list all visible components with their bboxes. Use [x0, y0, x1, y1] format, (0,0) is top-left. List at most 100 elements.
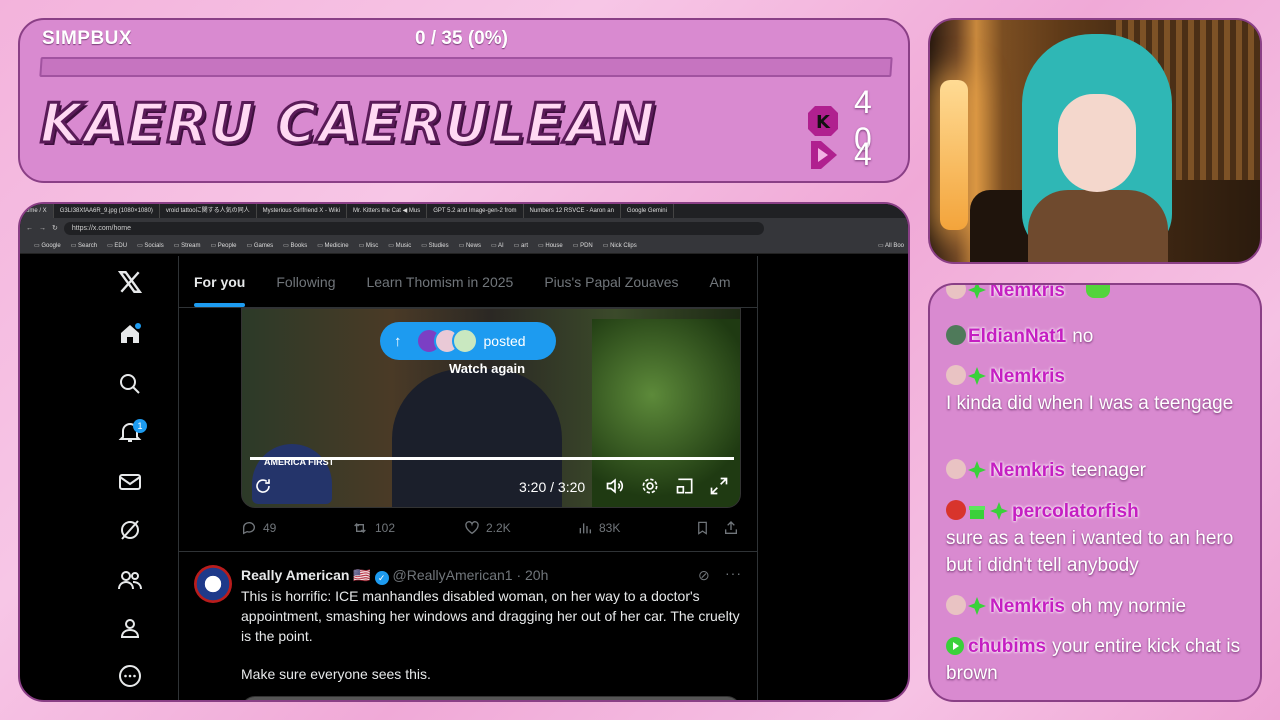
more-options-icon[interactable]: ···	[725, 565, 742, 581]
communities-icon[interactable]	[110, 562, 150, 598]
browser-tab-strip: ome / X G3LI38XfAA6R_9.jpg (1080×1080) v…	[20, 204, 908, 218]
simpbux-label: SIMPBUX	[42, 28, 133, 49]
bookmark-folder[interactable]: Books	[283, 242, 308, 249]
repost-count: 102	[375, 521, 396, 535]
bookmarks-bar: Google Search EDU Socials Stream People …	[20, 238, 908, 254]
bookmark-folder[interactable]: Games	[246, 242, 273, 249]
views-button[interactable]: 83K	[577, 520, 695, 536]
address-bar[interactable]: https://x.com/home	[63, 221, 764, 235]
forward-icon[interactable]: →	[39, 225, 46, 232]
repost-icon	[354, 523, 366, 533]
browser-tab[interactable]: Mr. Kitters the Cat ◀ Mus	[347, 204, 428, 218]
progress-fill	[41, 59, 43, 75]
bookmark-folder[interactable]: PDN	[573, 242, 593, 249]
sparkle-badge-icon	[968, 596, 986, 615]
browser-capture: ome / X G3LI38XfAA6R_9.jpg (1080×1080) v…	[18, 202, 910, 702]
browser-tab[interactable]: G3LI38XfAA6R_9.jpg (1080×1080)	[54, 204, 160, 218]
chat-text: oh my normie	[1071, 596, 1187, 617]
chat-username[interactable]: Nemkris	[990, 460, 1065, 481]
replay-icon[interactable]	[252, 475, 274, 497]
avatar	[451, 328, 478, 354]
all-bookmarks[interactable]: All Boo	[878, 242, 908, 249]
chat-username[interactable]: Nemkris	[990, 366, 1065, 387]
avatar[interactable]	[194, 565, 232, 603]
bookmark-folder[interactable]: House	[538, 242, 562, 249]
tab-following[interactable]: Following	[276, 274, 335, 290]
kick-icon: K	[806, 104, 840, 138]
play-badge-icon	[946, 636, 964, 655]
repost-button[interactable]: 102	[351, 520, 464, 536]
browser-tab[interactable]: Google Gemini	[621, 204, 674, 218]
more-icon[interactable]	[110, 658, 150, 694]
bookmark-folder[interactable]: art	[514, 242, 528, 249]
bookmark-folder[interactable]: Socials	[137, 242, 163, 249]
bookmark-folder[interactable]: People	[210, 242, 237, 249]
explore-icon[interactable]	[110, 366, 150, 402]
like-count: 2.2K	[486, 521, 511, 535]
bookmark-folder[interactable]: Music	[388, 242, 412, 249]
avatar	[946, 500, 966, 520]
chat-username[interactable]: percolatorfish	[1012, 501, 1139, 522]
notification-badge: 1	[133, 419, 147, 433]
watch-again-label[interactable]: Watch again	[449, 361, 525, 376]
chat-username[interactable]: Nemkris	[990, 285, 1065, 301]
bookmark-folder[interactable]: News	[459, 242, 481, 249]
avatar	[946, 285, 966, 299]
home-icon[interactable]	[110, 316, 150, 352]
arrow-up-icon: ↑	[394, 332, 402, 350]
pip-icon[interactable]	[674, 475, 696, 497]
bookmark-folder[interactable]: Stream	[174, 242, 200, 249]
x-logo-icon[interactable]	[110, 264, 150, 300]
tweet-actions: 49 102 2.2K 83K	[241, 518, 741, 538]
grok-icon[interactable]: ⊘	[698, 567, 710, 584]
grok-icon[interactable]	[110, 512, 150, 548]
sparkle-badge-icon	[968, 460, 986, 479]
chat-username[interactable]: chubims	[968, 636, 1046, 657]
tweet-paragraph: Make sure everyone sees this.	[241, 666, 431, 682]
fullscreen-icon[interactable]	[708, 475, 730, 497]
bookmark-folder[interactable]: Google	[34, 242, 60, 249]
author-handle[interactable]: @ReallyAmerican1 · 20h	[393, 567, 549, 583]
frog-emote-icon	[1086, 285, 1111, 298]
browser-tab[interactable]: ome / X	[20, 204, 54, 218]
bookmark-folder[interactable]: EDU	[107, 242, 127, 249]
sparkle-badge-icon	[968, 366, 986, 385]
tweet-paragraph: This is horrific: ICE manhandles disable…	[241, 588, 740, 644]
tweet-header: Really American 🇺🇸 ✓ @ReallyAmerican1 · …	[241, 565, 741, 585]
browser-tab[interactable]: Mysterious Girlfriend X - Wiki	[257, 204, 347, 218]
tweet-media[interactable]	[241, 696, 741, 700]
tab-papal-zouaves[interactable]: Pius's Papal Zouaves	[544, 274, 678, 290]
profile-icon[interactable]	[110, 610, 150, 646]
feed-tabs: For you Following Learn Thomism in 2025 …	[179, 256, 757, 308]
settings-gear-icon[interactable]	[639, 475, 661, 497]
volume-icon[interactable]	[604, 475, 626, 497]
browser-tab[interactable]: Numbers 12 RSVCE - Aaron an	[524, 204, 621, 218]
browser-tab[interactable]: vroid tattooに関する人気の同人	[160, 204, 257, 218]
notifications-icon[interactable]: 1	[110, 414, 150, 450]
back-icon[interactable]: ←	[26, 225, 33, 232]
bookmark-folder[interactable]: Studies	[421, 242, 449, 249]
messages-icon[interactable]	[110, 464, 150, 500]
bookmark-folder[interactable]: Search	[71, 242, 97, 249]
reload-icon[interactable]: ↻	[52, 224, 58, 232]
browser-tab[interactable]: GPT 5.2 and Image-gen-2 from	[427, 204, 524, 218]
chat-username[interactable]: EldianNat1	[968, 326, 1066, 347]
bookmark-folder[interactable]: Misc	[359, 242, 378, 249]
share-button[interactable]	[723, 520, 739, 536]
tab-learn-thomism[interactable]: Learn Thomism in 2025	[366, 274, 513, 290]
bookmark-folder[interactable]: Medicine	[317, 242, 349, 249]
avatar-sweater	[1028, 190, 1168, 262]
tweet-text: This is horrific: ICE manhandles disable…	[241, 586, 741, 684]
tab-more[interactable]: Am	[710, 274, 731, 290]
chat-username[interactable]: Nemkris	[990, 596, 1065, 617]
new-posts-pill[interactable]: ↑ posted	[380, 322, 556, 360]
like-button[interactable]: 2.2K	[464, 520, 577, 536]
views-count: 83K	[599, 521, 621, 535]
reply-button[interactable]: 49	[241, 520, 351, 536]
bookmark-button[interactable]	[695, 520, 723, 536]
author-name[interactable]: Really American 🇺🇸	[241, 567, 371, 583]
bookmark-folder[interactable]: Nick Clips	[603, 242, 637, 249]
tab-for-you[interactable]: For you	[194, 274, 246, 307]
video-scrubber[interactable]	[250, 457, 734, 460]
bookmark-folder[interactable]: AI	[491, 242, 504, 249]
